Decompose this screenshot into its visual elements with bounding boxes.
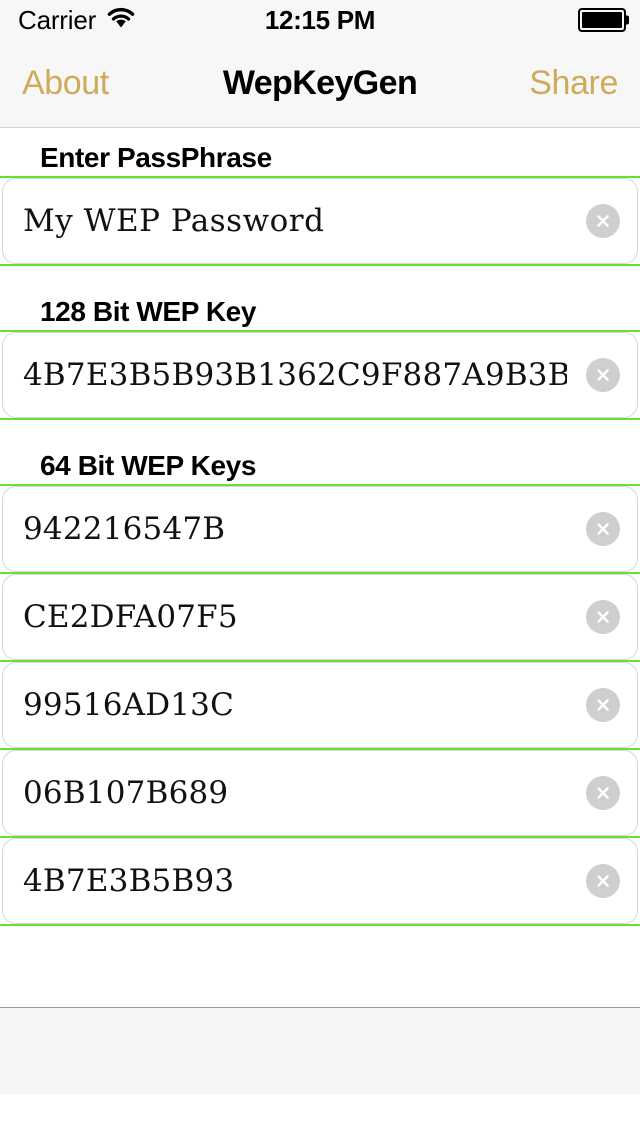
- clear-circle-icon[interactable]: [586, 600, 620, 634]
- main-content: Enter PassPhrase My WEP Password 128 Bit W…: [0, 128, 640, 1094]
- wep-key-value: CE2DFA07F5: [23, 599, 238, 635]
- text-field[interactable]: 942216547B: [2, 486, 638, 572]
- carrier-label: Carrier: [18, 4, 97, 35]
- navigation-bar: About WepKeyGen Share: [0, 40, 640, 128]
- about-button[interactable]: About: [22, 64, 109, 103]
- share-button[interactable]: Share: [529, 64, 618, 103]
- battery-full-icon: [578, 8, 629, 32]
- section-label: Enter PassPhrase: [40, 142, 272, 173]
- wifi-icon: [106, 7, 136, 34]
- field-row[interactable]: 4B7E3B5B93: [0, 838, 640, 924]
- section-header-0: Enter PassPhrase: [0, 128, 640, 176]
- clear-circle-icon[interactable]: [586, 688, 620, 722]
- field-row[interactable]: CE2DFA07F5: [0, 574, 640, 660]
- field-row[interactable]: 99516AD13C: [0, 662, 640, 748]
- section-label: 64 Bit WEP Keys: [40, 450, 257, 481]
- clear-circle-icon[interactable]: [586, 512, 620, 546]
- clear-circle-icon[interactable]: [586, 864, 620, 898]
- field-row[interactable]: 942216547B: [0, 486, 640, 572]
- text-field[interactable]: My WEP Password: [2, 178, 638, 264]
- clear-circle-icon[interactable]: [586, 358, 620, 392]
- status-bar: Carrier 12:15 PM: [0, 0, 640, 40]
- field-row[interactable]: My WEP Password: [0, 178, 640, 264]
- clear-circle-icon[interactable]: [586, 204, 620, 238]
- section-header-2: 64 Bit WEP Keys: [0, 420, 640, 484]
- status-bar-left: Carrier: [18, 5, 136, 36]
- field-row[interactable]: 06B107B689: [0, 750, 640, 836]
- wep-key-value: 4B7E3B5B93: [23, 863, 235, 899]
- section-header-1: 128 Bit WEP Key: [0, 266, 640, 330]
- text-field[interactable]: 4B7E3B5B93B1362C9F887A9B3B: [2, 332, 638, 418]
- passphrase-value: My WEP Password: [23, 203, 325, 239]
- status-bar-right: [578, 0, 629, 40]
- content-spacer: [0, 926, 640, 1007]
- wep-key-value: 4B7E3B5B93B1362C9F887A9B3B: [23, 357, 567, 393]
- text-field[interactable]: CE2DFA07F5: [2, 574, 638, 660]
- section-label: 128 Bit WEP Key: [40, 296, 257, 327]
- text-field[interactable]: 99516AD13C: [2, 662, 638, 748]
- wep-key-value: 942216547B: [23, 511, 226, 547]
- clear-circle-icon[interactable]: [586, 776, 620, 810]
- wep-key-value: 06B107B689: [23, 775, 229, 811]
- footer-area: [0, 1008, 640, 1094]
- wep-key-value: 99516AD13C: [23, 687, 235, 723]
- text-field[interactable]: 06B107B689: [2, 750, 638, 836]
- text-field[interactable]: 4B7E3B5B93: [2, 838, 638, 924]
- field-row[interactable]: 4B7E3B5B93B1362C9F887A9B3B: [0, 332, 640, 418]
